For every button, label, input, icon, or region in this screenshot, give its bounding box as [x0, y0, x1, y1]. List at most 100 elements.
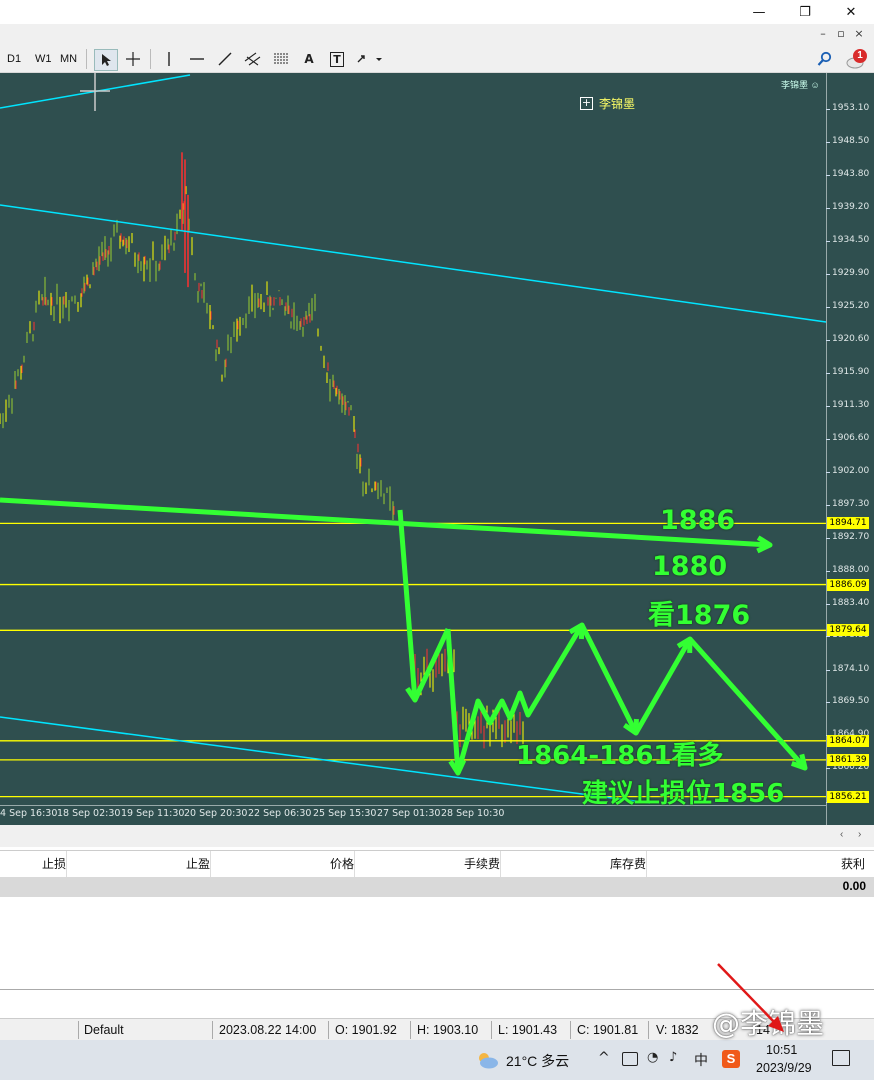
tray-expand-icon[interactable]: ^ — [598, 1050, 610, 1066]
red-pointer-arrow-icon — [717, 963, 784, 1032]
chart-scrollbar[interactable]: ‹ › — [0, 825, 874, 847]
ime-indicator[interactable]: 中 — [694, 1050, 708, 1070]
weather-cloud-icon[interactable] — [475, 1050, 499, 1070]
child-minimize-button[interactable]: – — [816, 27, 830, 41]
column-price[interactable]: 价格 — [214, 851, 355, 877]
notification-count: 1 — [857, 50, 863, 61]
minimize-button[interactable]: — — [736, 0, 782, 24]
status-separator — [648, 1021, 649, 1039]
toolbar-separator — [150, 49, 151, 69]
annotation-buy-range: 1864-1861看多 — [516, 741, 724, 771]
timeframe-w1[interactable]: W1 — [35, 50, 52, 68]
search-icon[interactable] — [814, 49, 836, 69]
sogou-ime-icon[interactable]: S — [722, 1050, 740, 1068]
price-axis-tick — [826, 339, 830, 341]
price-axis-tick — [826, 141, 830, 143]
horizontal-line-tool-icon[interactable] — [186, 49, 208, 69]
expand-indicator-icon[interactable]: + — [580, 97, 593, 110]
channel-tool-icon[interactable] — [242, 49, 264, 69]
profit-total: 0.00 — [842, 879, 866, 893]
price-axis-tick — [826, 669, 830, 671]
battery-icon[interactable] — [622, 1052, 638, 1066]
green-path — [445, 628, 461, 774]
symbol-label: + 李锦墨 — [580, 95, 635, 112]
price-axis-label: 1897.30 — [832, 499, 870, 509]
symbol-name: 李锦墨 — [599, 97, 636, 111]
price-axis-label: 1920.60 — [832, 333, 870, 344]
cursor-tool-icon[interactable] — [94, 49, 118, 71]
price-axis-tick — [826, 307, 830, 308]
close-button[interactable]: ✕ — [828, 0, 874, 24]
price-axis-label: 1929.90 — [832, 267, 870, 278]
timeframe-mn[interactable]: MN — [60, 50, 77, 68]
price-axis-label: 1874.10 — [832, 663, 870, 674]
column-takeprofit[interactable]: 止盈 — [70, 851, 211, 877]
price-axis-label: 1948.50 — [832, 135, 870, 146]
arrows-tool-dropdown[interactable] — [354, 49, 384, 69]
price-axis-label: 1925.20 — [832, 301, 870, 311]
text-label-tool-icon[interactable]: T — [326, 49, 348, 69]
trendline-tool-icon[interactable] — [214, 49, 236, 69]
time-axis-label: 20 Sep 20:30 — [184, 808, 248, 819]
price-axis-tick — [826, 537, 830, 539]
green-drop-path — [397, 509, 418, 701]
text-tool-icon[interactable]: A — [298, 49, 320, 69]
drawing-objects — [0, 73, 827, 804]
annotation-1880: 1880 — [652, 551, 728, 582]
child-restore-button[interactable]: ▫ — [834, 27, 848, 41]
price-axis-tick — [826, 273, 830, 275]
wifi-icon[interactable]: ◔ — [647, 1050, 658, 1065]
volume-icon[interactable]: ♪ — [669, 1050, 677, 1065]
price-axis-tick — [826, 571, 830, 572]
time-axis-label: 4 Sep 16:30 — [0, 808, 58, 819]
scroll-right-icon[interactable]: › — [858, 829, 861, 840]
annotation-1886: 1886 — [660, 505, 736, 536]
price-level-label: 1879.64 — [827, 624, 869, 637]
timeframe-d1[interactable]: D1 — [7, 50, 21, 68]
chart-toolbar: D1 W1 MN A T 1 — [0, 46, 874, 73]
status-profile[interactable]: Default — [84, 1021, 124, 1039]
clock-time[interactable]: 10:51 — [766, 1043, 797, 1057]
channel-line-upper[interactable] — [0, 204, 827, 323]
price-axis-tick — [826, 471, 830, 473]
weather-text[interactable]: 21°C 多云 — [506, 1051, 569, 1071]
price-axis-label: 1939.20 — [832, 201, 870, 212]
price-axis-tick — [826, 109, 830, 110]
price-level-label: 1886.09 — [827, 578, 869, 591]
mdi-bar: – ▫ × — [0, 24, 874, 46]
vertical-line-tool-icon[interactable] — [158, 49, 180, 69]
green-trend-line — [0, 497, 771, 548]
column-stoploss[interactable]: 止损 — [0, 851, 67, 877]
price-axis-label: 1953.10 — [832, 103, 870, 113]
crosshair-tool-icon[interactable] — [122, 49, 144, 69]
notification-center-icon[interactable] — [832, 1050, 850, 1066]
price-chart[interactable]: 1953.10 1948.50 1943.80 1939.20 1934.50 1929.… — [0, 73, 874, 825]
status-close: C: 1901.81 — [577, 1023, 639, 1037]
price-axis-label: 1911.30 — [832, 399, 870, 410]
clock-date[interactable]: 2023/9/29 — [756, 1061, 812, 1075]
price-axis-label: 1883.40 — [832, 597, 870, 608]
status-separator — [410, 1021, 411, 1039]
green-path — [579, 623, 639, 735]
green-path — [633, 637, 693, 735]
column-profit[interactable]: 获利 — [650, 851, 865, 877]
status-high: H: 1903.10 — [417, 1023, 479, 1037]
time-axis-label: 19 Sep 11:30 — [121, 808, 185, 819]
notification-bell-icon[interactable]: 1 — [844, 48, 870, 70]
window-titlebar: — ❐ ✕ — [0, 0, 874, 24]
restore-button[interactable]: ❐ — [782, 0, 828, 24]
chart-canvas — [0, 73, 827, 804]
status-open: O: 1901.92 — [335, 1023, 397, 1037]
price-axis-label: 1934.50 — [832, 235, 870, 245]
price-axis-label: 1892.70 — [832, 531, 870, 542]
fibonacci-tool-icon[interactable] — [270, 49, 292, 69]
price-axis-tick — [826, 241, 830, 242]
price-axis-tick — [826, 702, 830, 704]
price-axis-tick — [826, 405, 830, 407]
child-close-button[interactable]: × — [852, 27, 866, 41]
column-commission[interactable]: 手续费 — [358, 851, 501, 877]
price-axis-label: 1915.90 — [832, 367, 870, 377]
time-axis-label: 27 Sep 01:30 — [377, 808, 441, 819]
scroll-left-icon[interactable]: ‹ — [840, 829, 843, 840]
column-swap[interactable]: 库存费 — [504, 851, 647, 877]
